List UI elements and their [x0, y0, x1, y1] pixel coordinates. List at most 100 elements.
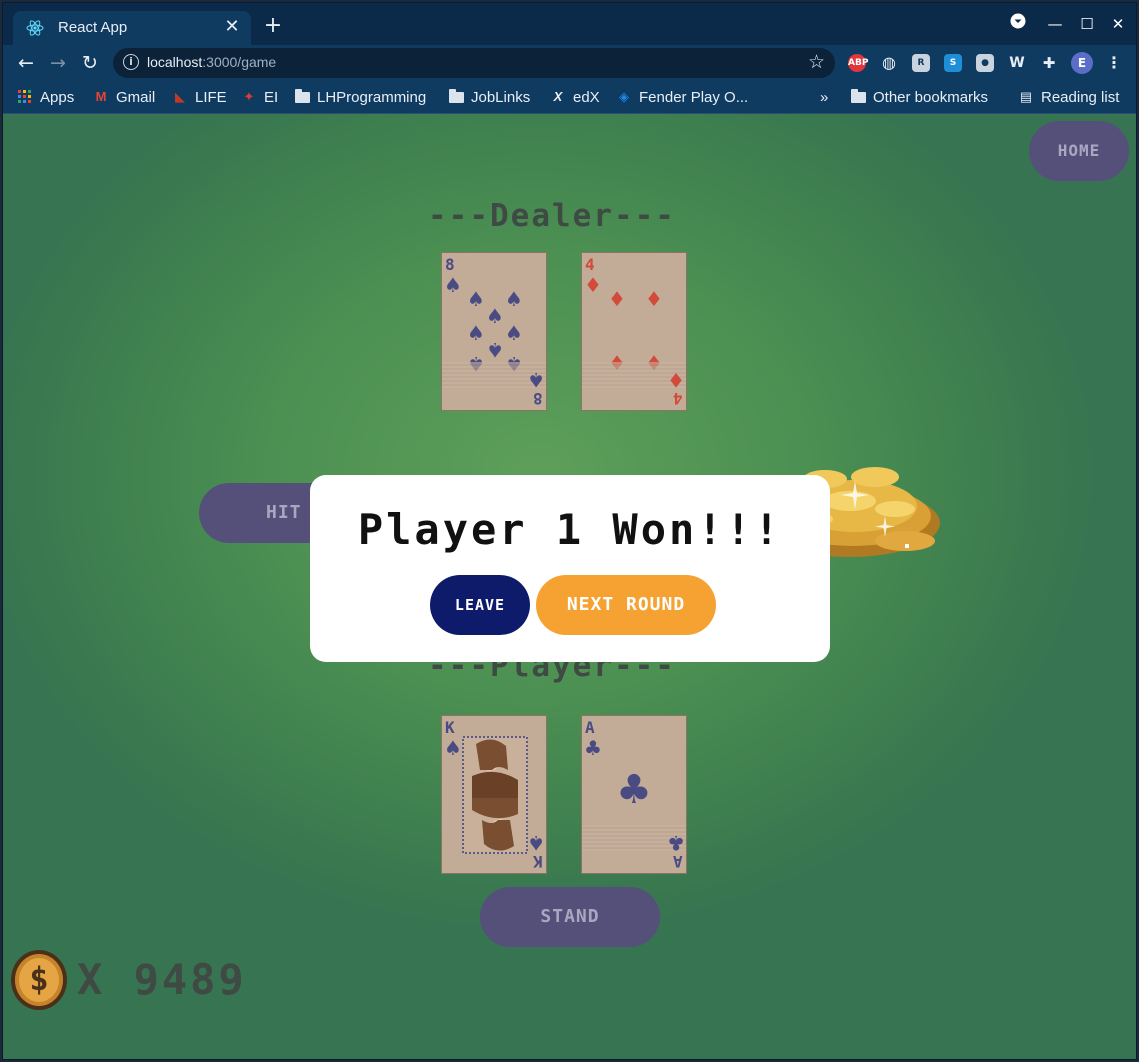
edx-icon: X: [553, 89, 563, 104]
profile-avatar[interactable]: E: [1071, 52, 1093, 74]
spade-icon: ♠: [527, 831, 545, 855]
card-rank: 4: [585, 255, 595, 274]
dealer-card-1: 8 ♠ ♠ ♠ ♠ ♠ ♠ ♠ ♠ ♠ ♠ 8: [441, 252, 547, 411]
bookmark-edx[interactable]: X edX: [550, 87, 600, 107]
minimize-button[interactable]: —: [1042, 13, 1068, 35]
spade-icon: ♠: [486, 304, 504, 328]
coin-icon: $: [11, 950, 67, 1010]
home-button[interactable]: HOME: [1029, 121, 1129, 181]
bookmark-label: LIFE: [195, 88, 227, 106]
bookmark-label: Apps: [40, 88, 75, 106]
bookmark-label: edX: [573, 88, 600, 106]
maple-leaf-icon: ✦: [243, 89, 255, 104]
bookmarks-bar: Apps M Gmail ◣ LIFE ✦ EI LHProgramming J…: [3, 81, 1136, 114]
dealer-card-2: 4 ♦ ♦ ♦ ♦ ♦ ♦ 4: [581, 252, 687, 411]
diamond-icon: ♦: [645, 287, 663, 311]
adblock-plus-icon[interactable]: ABP: [848, 54, 868, 72]
bookmark-other[interactable]: Other bookmarks: [851, 87, 988, 107]
profile-dropdown-icon[interactable]: [1005, 13, 1031, 35]
spade-icon: ♠: [444, 273, 462, 297]
bookmark-joblinks[interactable]: JobLinks: [449, 87, 530, 107]
react-icon: [26, 20, 44, 36]
overflow-chevron-icon: »: [820, 88, 829, 106]
extension-w-icon[interactable]: W: [1008, 54, 1026, 72]
bookmark-fender-play[interactable]: ◈ Fender Play O...: [616, 87, 748, 107]
globe-icon[interactable]: ◍: [880, 54, 898, 72]
result-title: Player 1 Won!!!: [357, 505, 783, 554]
bookmark-life[interactable]: ◣ LIFE: [172, 87, 227, 107]
stand-button[interactable]: STAND: [480, 887, 660, 947]
url-text: localhost:3000/game: [147, 54, 276, 70]
site-info-icon[interactable]: i: [123, 54, 139, 70]
bookmark-ei[interactable]: ✦ EI: [241, 87, 279, 107]
apps-grid-icon: [17, 90, 33, 104]
close-tab-icon[interactable]: ✕: [221, 16, 243, 38]
card-rank: A: [673, 852, 683, 871]
tab-react-app[interactable]: React App ✕: [13, 11, 251, 45]
diamond-icon: ♦: [584, 273, 602, 297]
next-round-button[interactable]: NEXT ROUND: [536, 575, 716, 635]
money-amount: X 9489: [77, 955, 247, 1004]
folder-icon: [449, 88, 464, 103]
bookmark-label: Fender Play O...: [639, 88, 749, 106]
club-icon: ♣: [584, 736, 602, 760]
tab-title: React App: [58, 19, 128, 36]
card-rank: K: [445, 718, 455, 737]
back-button[interactable]: ←: [13, 50, 39, 76]
spade-icon: ♠: [505, 287, 523, 311]
extension-r-icon[interactable]: R: [912, 54, 930, 72]
player-card-1: K ♠ ♠ K: [441, 715, 547, 874]
folder-icon: [295, 88, 310, 103]
bookmark-star-icon[interactable]: ☆: [808, 51, 825, 73]
extension-s-icon[interactable]: S: [944, 54, 962, 72]
bookmarks-overflow-button[interactable]: »: [820, 87, 828, 107]
reading-list-button[interactable]: ▤ Reading list: [1018, 87, 1120, 107]
bookmark-apps[interactable]: Apps: [17, 87, 74, 107]
bookmark-label: Other bookmarks: [873, 88, 989, 106]
forward-button[interactable]: →: [45, 50, 71, 76]
address-bar[interactable]: i localhost:3000/game ☆: [113, 48, 835, 78]
fender-icon: ◈: [619, 89, 629, 104]
new-tab-button[interactable]: +: [261, 15, 285, 39]
card-rank: 8: [533, 389, 543, 408]
card-rank: 8: [445, 255, 455, 274]
url-host: localhost: [147, 54, 203, 70]
card-rank: K: [533, 852, 543, 871]
leave-button[interactable]: LEAVE: [430, 575, 530, 635]
card-rank: A: [585, 718, 595, 737]
extensions-puzzle-icon[interactable]: ✚: [1040, 54, 1058, 72]
shoe-icon: ◣: [175, 89, 185, 104]
bookmark-label: Gmail: [116, 88, 156, 106]
spade-icon: ♠: [486, 338, 504, 362]
club-icon: ♣: [616, 767, 652, 813]
bookmark-lhprogramming[interactable]: LHProgramming: [295, 87, 426, 107]
spade-icon: ♠: [444, 736, 462, 760]
club-icon: ♣: [667, 831, 685, 855]
bookmark-label: JobLinks: [471, 88, 531, 106]
bookmark-label: EI: [264, 88, 279, 106]
game-table: HOME ---Dealer--- 8 ♠ ♠ ♠ ♠ ♠ ♠ ♠ ♠ ♠ ♠ …: [3, 114, 1136, 1059]
url-path: :3000/game: [202, 54, 277, 70]
bookmark-label: LHProgramming: [317, 88, 427, 106]
browser-window: React App ✕ + — ☐ ✕ ← → ↻ i localhost:30…: [2, 2, 1137, 1060]
dealer-label: ---Dealer---: [428, 198, 676, 234]
tab-strip: React App ✕ + — ☐ ✕: [3, 3, 1136, 45]
folder-icon: [851, 88, 866, 103]
player-card-2: A ♣ ♣ ♣ A: [581, 715, 687, 874]
browser-toolbar: ← → ↻ i localhost:3000/game ☆ ABP ◍ R S …: [3, 45, 1136, 81]
reload-button[interactable]: ↻: [77, 50, 103, 76]
spade-icon: ♠: [505, 321, 523, 345]
gmail-icon: M: [95, 89, 107, 104]
maximize-button[interactable]: ☐: [1074, 13, 1100, 35]
bookmark-label: Reading list: [1041, 88, 1120, 106]
diamond-icon: ♦: [667, 368, 685, 392]
diamond-icon: ♦: [608, 287, 626, 311]
reading-list-icon: ▤: [1019, 89, 1033, 104]
bookmark-gmail[interactable]: M Gmail: [93, 87, 156, 107]
spade-icon: ♠: [467, 287, 485, 311]
menu-kebab-icon[interactable]: ⋮: [1105, 54, 1123, 72]
extension-bulb-icon[interactable]: ●: [976, 54, 994, 72]
close-window-button[interactable]: ✕: [1105, 13, 1131, 35]
king-face-icon: [462, 736, 528, 854]
result-modal: Player 1 Won!!! LEAVE NEXT ROUND: [310, 475, 830, 662]
